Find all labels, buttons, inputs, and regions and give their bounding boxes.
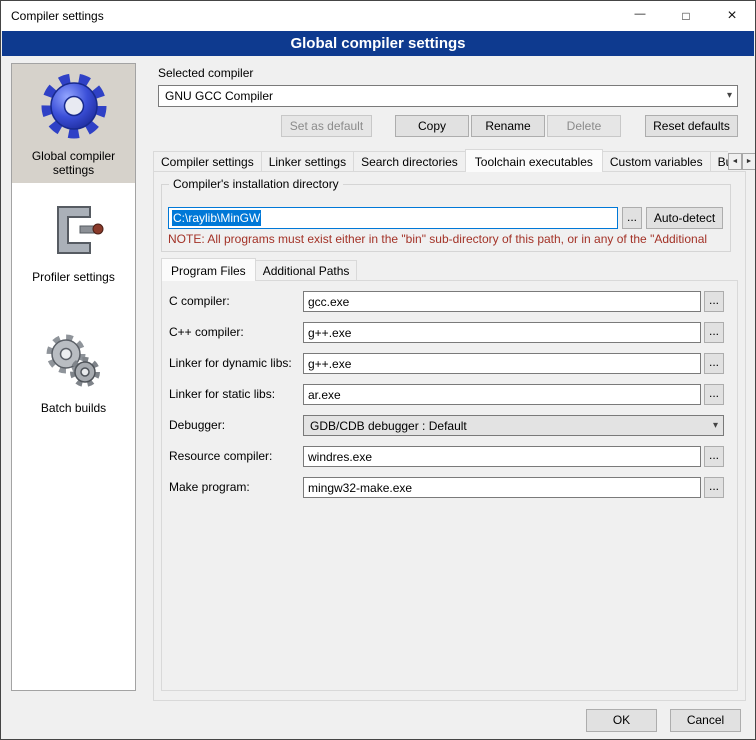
sidebar-item-label: Profiler settings <box>15 270 132 284</box>
cpp-compiler-browse-button[interactable]: ... <box>704 322 724 343</box>
copy-button[interactable]: Copy <box>395 115 469 137</box>
chevron-down-icon: ▾ <box>713 416 718 436</box>
close-button[interactable]: × <box>709 1 755 31</box>
debugger-select-value: GDB/CDB debugger : Default <box>310 419 467 433</box>
sidebar-item-label: Global compiler settings <box>15 149 132 177</box>
linker-static-input[interactable] <box>303 384 701 405</box>
clamp-icon <box>42 199 106 263</box>
linker-dynamic-label: Linker for dynamic libs: <box>169 353 292 374</box>
linker-static-browse-button[interactable]: ... <box>704 384 724 405</box>
compiler-combobox-value: GNU GCC Compiler <box>165 89 273 103</box>
c-compiler-label: C compiler: <box>169 291 230 312</box>
main-tabstrip: Compiler settings Linker settings Search… <box>153 147 728 172</box>
install-dir-selected-text: C:\raylib\MinGW <box>172 210 261 226</box>
dialog-header: Global compiler settings <box>2 31 754 56</box>
make-program-label: Make program: <box>169 477 250 498</box>
subtab-additional-paths[interactable]: Additional Paths <box>255 260 358 280</box>
tab-scroll-right-button[interactable]: ► <box>742 153 756 170</box>
compiler-combobox[interactable]: GNU GCC Compiler ▾ <box>158 85 738 107</box>
tab-build-options[interactable]: Builc <box>710 151 728 171</box>
auto-detect-button[interactable]: Auto-detect <box>646 207 723 229</box>
minimize-button[interactable]: — <box>617 1 663 31</box>
tab-custom-variables[interactable]: Custom variables <box>602 151 711 171</box>
chevron-down-icon: ▾ <box>727 86 732 106</box>
sidebar: Global compiler settings Profiler settin… <box>11 63 136 691</box>
cpp-compiler-input[interactable] <box>303 322 701 343</box>
sidebar-item-label: Batch builds <box>15 401 132 415</box>
maximize-icon: □ <box>682 10 689 22</box>
minimize-icon: — <box>635 9 646 20</box>
close-icon: × <box>727 8 736 24</box>
tab-toolchain-executables[interactable]: Toolchain executables <box>465 149 603 172</box>
tab-search-directories[interactable]: Search directories <box>353 151 466 171</box>
window-controls: — □ × <box>617 1 755 31</box>
install-dir-note: NOTE: All programs must exist either in … <box>168 232 731 246</box>
make-program-browse-button[interactable]: ... <box>704 477 724 498</box>
debugger-label: Debugger: <box>169 415 225 436</box>
cancel-button[interactable]: Cancel <box>670 709 741 732</box>
c-compiler-browse-button[interactable]: ... <box>704 291 724 312</box>
sub-tabstrip: Program Files Additional Paths <box>161 257 561 281</box>
tab-linker-settings[interactable]: Linker settings <box>261 151 354 171</box>
delete-button[interactable]: Delete <box>547 115 621 137</box>
linker-dynamic-browse-button[interactable]: ... <box>704 353 724 374</box>
tab-scroll-left-button[interactable]: ◄ <box>728 153 742 170</box>
linker-dynamic-input[interactable] <box>303 353 701 374</box>
set-as-default-button[interactable]: Set as default <box>281 115 372 137</box>
linker-static-label: Linker for static libs: <box>169 384 275 405</box>
titlebar: Compiler settings — □ × <box>1 1 755 31</box>
tab-compiler-settings[interactable]: Compiler settings <box>153 151 262 171</box>
cpp-compiler-label: C++ compiler: <box>169 322 244 343</box>
reset-defaults-button[interactable]: Reset defaults <box>645 115 738 137</box>
subtab-program-files[interactable]: Program Files <box>161 258 256 281</box>
selected-compiler-label: Selected compiler <box>158 66 253 80</box>
window-title: Compiler settings <box>1 9 617 23</box>
install-dir-group-title: Compiler's installation directory <box>169 177 343 191</box>
c-compiler-input[interactable] <box>303 291 701 312</box>
install-dir-browse-button[interactable]: ... <box>622 207 642 229</box>
maximize-button[interactable]: □ <box>663 1 709 31</box>
debugger-select[interactable]: GDB/CDB debugger : Default ▾ <box>303 415 724 436</box>
gray-gears-icon <box>42 330 106 394</box>
make-program-input[interactable] <box>303 477 701 498</box>
sidebar-item-batch-builds[interactable]: Batch builds <box>12 324 135 421</box>
install-dir-input[interactable]: C:\raylib\MinGW <box>168 207 618 229</box>
resource-compiler-input[interactable] <box>303 446 701 467</box>
resource-compiler-browse-button[interactable]: ... <box>704 446 724 467</box>
blue-gear-icon <box>38 70 110 142</box>
sidebar-item-global-compiler-settings[interactable]: Global compiler settings <box>12 64 135 183</box>
ok-button[interactable]: OK <box>586 709 657 732</box>
sidebar-item-profiler-settings[interactable]: Profiler settings <box>12 193 135 290</box>
compiler-settings-dialog: Compiler settings — □ × Global compiler … <box>0 0 756 740</box>
rename-button[interactable]: Rename <box>471 115 545 137</box>
resource-compiler-label: Resource compiler: <box>169 446 272 467</box>
